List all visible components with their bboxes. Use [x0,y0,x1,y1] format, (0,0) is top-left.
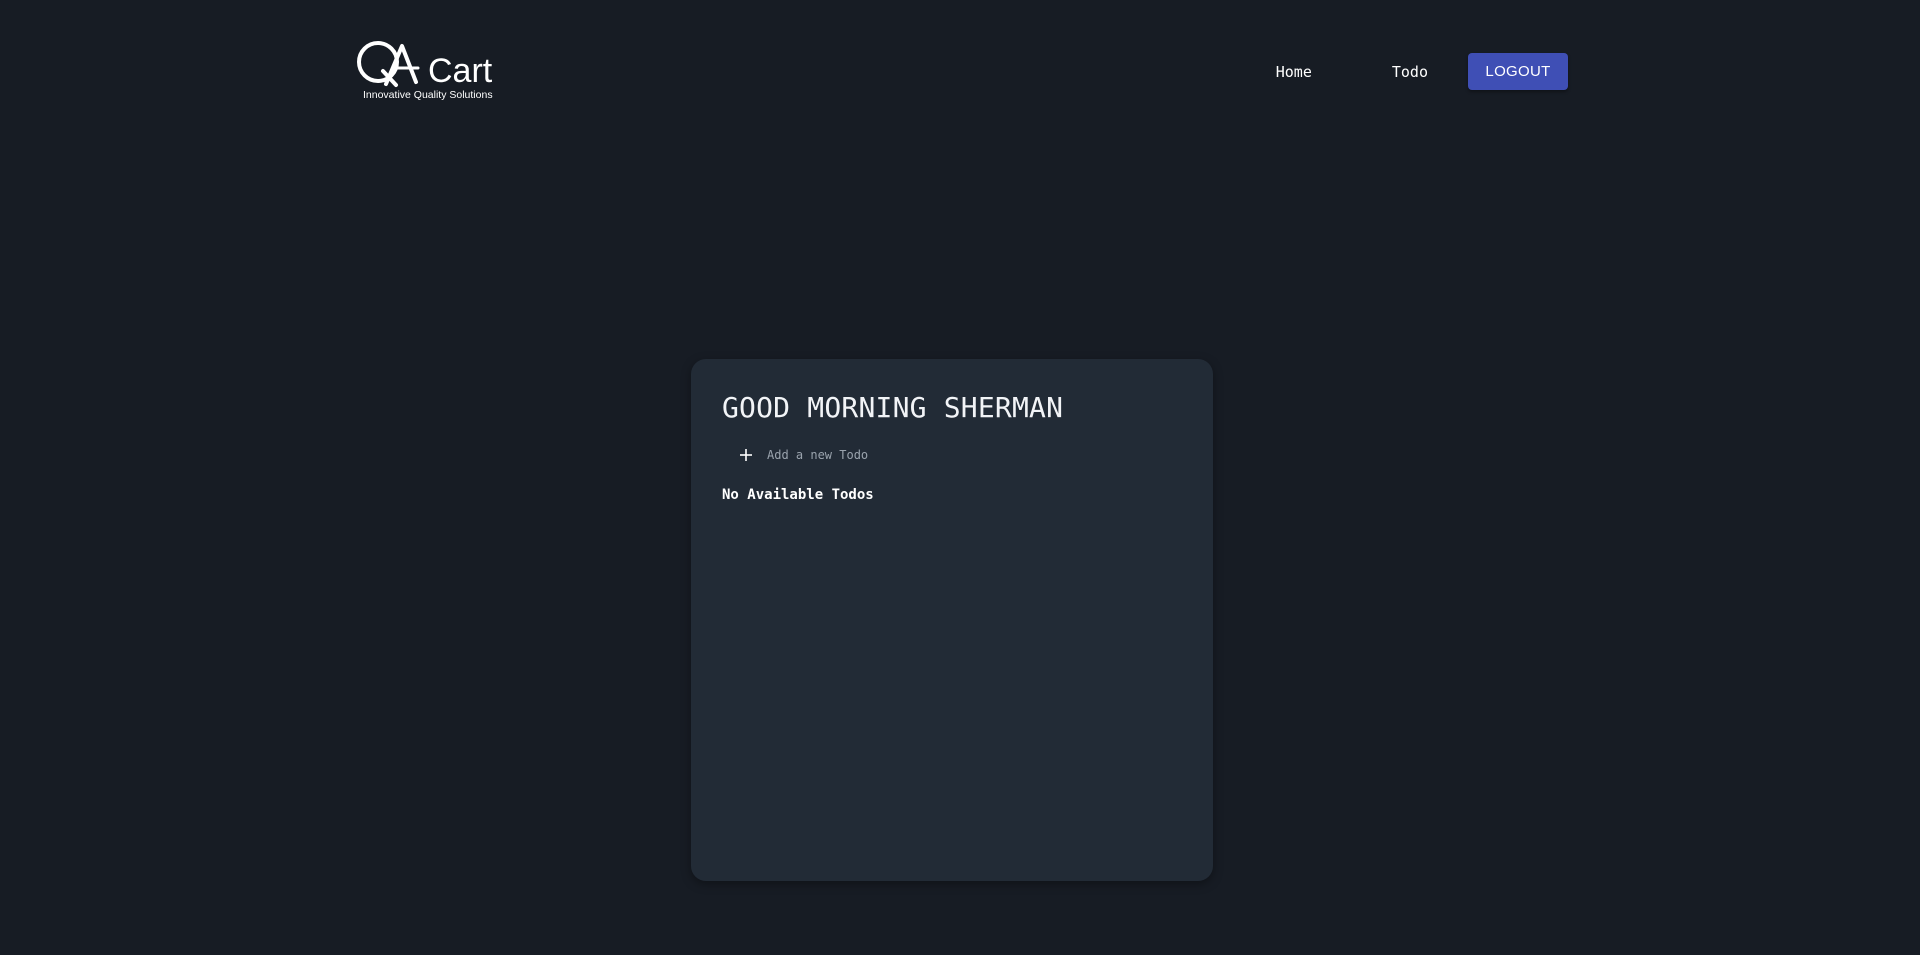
qacart-logo-image: Cart Innovative Quality Solutions [357,41,493,101]
greeting-title: GOOD MORNING SHERMAN [722,391,1064,424]
todo-card: GOOD MORNING SHERMAN No Available Todos [691,359,1213,881]
add-todo-row [722,442,1182,468]
add-todo-button[interactable] [733,442,759,468]
nav-todo-link[interactable]: Todo [1392,63,1428,81]
logout-button[interactable]: LOGOUT [1468,53,1568,90]
empty-todos-message: No Available Todos [722,487,874,503]
top-nav: Home Todo LOGOUT [1276,53,1568,90]
svg-text:Cart: Cart [428,52,493,90]
new-todo-input[interactable] [765,447,1169,463]
nav-home-link[interactable]: Home [1276,63,1312,81]
plus-icon [740,449,752,461]
qacart-logo[interactable]: Cart Innovative Quality Solutions [356,40,508,104]
header: Cart Innovative Quality Solutions Home T… [0,0,1920,110]
logo-tagline: Innovative Quality Solutions [363,89,493,101]
